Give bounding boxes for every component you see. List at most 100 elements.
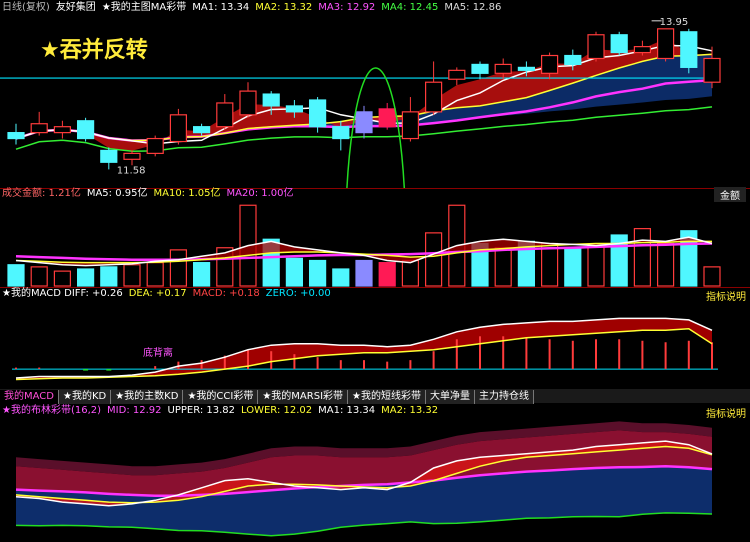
candle-body	[680, 31, 698, 68]
main-header: 日线(复权) 友好集团 ★我的主图MA彩带 MA1: 13.34 MA2: 13.32 M…	[2, 1, 507, 15]
candle-body	[123, 152, 141, 160]
volume-bar	[7, 264, 25, 287]
candle	[123, 150, 141, 166]
main-price-panel: 13.95 11.58 日线(复权) 友好集团 ★我的主图MA彩带 MA1: 13.34…	[0, 0, 750, 188]
candle	[7, 123, 25, 145]
candle	[680, 28, 698, 74]
bollinger-panel: ★我的布林彩带(16,2) MID: 12.92 UPPER: 13.82 LOWER…	[0, 404, 750, 542]
bollinger-header-item-0: ★我的布林彩带(16,2)	[2, 405, 102, 416]
candle	[309, 97, 327, 133]
candle-body	[401, 111, 419, 140]
candle	[401, 97, 419, 142]
bollinger-help-button[interactable]: 指标说明	[706, 405, 746, 420]
indicator-tabs: 我的MACD ★我的KD ★我的主数KD ★我的CCI彩带 ★我的MARSI彩带 ★我的短…	[0, 389, 750, 404]
candle-body	[494, 63, 512, 74]
candle	[425, 61, 443, 115]
main-header-item-6: MA4: 12.45	[381, 2, 439, 13]
volume-bar	[355, 259, 373, 287]
candle-body	[309, 99, 327, 128]
vol-ma20-line	[15, 242, 713, 261]
tab-3[interactable]: ★我的CCI彩带	[183, 390, 259, 404]
tab-1[interactable]: ★我的KD	[58, 390, 112, 404]
volume-bar	[656, 242, 675, 287]
candle-body	[239, 90, 257, 116]
tab-5[interactable]: ★我的短线彩带	[348, 390, 426, 404]
macd-header-item-0: ★我的MACD DIFF: +0.26	[2, 288, 123, 299]
candle-body	[216, 102, 234, 128]
candle-body	[100, 149, 118, 163]
main-header-item-1: 友好集团	[55, 2, 96, 13]
low-price-label: 11.58	[117, 165, 146, 176]
highlight-ellipse	[346, 67, 405, 188]
volume-bar	[564, 247, 582, 287]
volume-header: 成交金额: 1.21亿 MA5: 0.95亿 MA10: 1.05亿 MA20: 1.…	[2, 187, 300, 201]
volume-bar	[633, 228, 652, 287]
tab-2[interactable]: ★我的主数KD	[111, 390, 184, 404]
volume-bar	[30, 266, 48, 287]
candle-body	[564, 54, 582, 66]
volume-chart[interactable]	[0, 189, 750, 287]
candle-body	[517, 66, 536, 71]
volume-header-item-1: MA5: 0.95亿	[86, 188, 148, 199]
macd-panel: ★我的MACD DIFF: +0.26 DEA: +0.17 MACD: +0.18…	[0, 288, 750, 388]
volume-bar	[100, 266, 118, 287]
candle-body	[656, 28, 675, 60]
volume-header-item-3: MA20: 1.00亿	[226, 188, 294, 199]
candle	[448, 67, 466, 86]
volume-bar	[401, 259, 419, 287]
main-header-item-0: 日线(复权)	[2, 2, 50, 13]
volume-header-item-2: MA10: 1.05亿	[153, 188, 221, 199]
macd-annotation: 底背离	[143, 348, 173, 359]
bollinger-header-item-3: LOWER: 12.02	[241, 405, 313, 416]
candle	[30, 111, 48, 136]
macd-header-item-1: DEA: +0.17	[128, 288, 187, 299]
macd-help-button[interactable]: 指标说明	[706, 288, 746, 303]
candle-body	[53, 126, 72, 134]
candle	[76, 117, 95, 142]
bollinger-header-item-2: UPPER: 13.82	[167, 405, 236, 416]
volume-bar	[146, 262, 164, 287]
bollinger-chart[interactable]	[0, 404, 750, 542]
macd-header-item-3: ZERO: +0.00	[265, 288, 331, 299]
volume-bar	[285, 257, 303, 287]
tab-7[interactable]: 主力持仓线	[475, 390, 534, 404]
bollinger-header: ★我的布林彩带(16,2) MID: 12.92 UPPER: 13.82 LOWER…	[2, 404, 444, 418]
tab-0[interactable]: 我的MACD	[0, 390, 59, 404]
macd-header-item-2: MACD: +0.18	[192, 288, 260, 299]
tab-6[interactable]: 大单净量	[426, 390, 475, 404]
bollinger-header-item-4: MA1: 13.34	[318, 405, 376, 416]
candle-body	[610, 34, 628, 54]
macd-chart[interactable]	[0, 288, 750, 388]
candle	[703, 46, 721, 89]
candlestick-chart[interactable]: 13.95 11.58	[0, 0, 750, 188]
main-header-item-5: MA3: 12.92	[318, 2, 376, 13]
main-header-item-7: MA5: 12.86	[444, 2, 502, 13]
main-header-item-2: ★我的主图MA彩带	[101, 2, 187, 13]
candle-body	[285, 105, 303, 113]
candle-body	[587, 34, 605, 60]
candle	[587, 31, 605, 62]
volume-bar	[587, 245, 605, 287]
candle-body	[193, 126, 211, 134]
candle-body	[76, 120, 95, 140]
volume-bar	[494, 247, 512, 287]
candle	[656, 28, 675, 62]
candle	[239, 82, 257, 118]
volume-bar	[540, 242, 559, 287]
candle	[378, 102, 396, 130]
high-price-label: 13.95	[660, 17, 689, 28]
volume-header-item-0: 成交金额: 1.21亿	[2, 188, 81, 199]
volume-bar	[332, 268, 350, 287]
amount-button[interactable]: 金额	[714, 187, 746, 202]
candle-body	[378, 108, 396, 128]
candle-body	[471, 63, 489, 74]
candle-body	[7, 132, 25, 140]
tab-4[interactable]: ★我的MARSI彩带	[258, 390, 349, 404]
candle	[146, 135, 164, 157]
candle	[471, 61, 489, 80]
main-header-item-3: MA1: 13.34	[192, 2, 250, 13]
candle	[610, 31, 628, 56]
candle	[355, 105, 373, 139]
volume-bar	[53, 270, 72, 287]
candle	[100, 147, 118, 170]
